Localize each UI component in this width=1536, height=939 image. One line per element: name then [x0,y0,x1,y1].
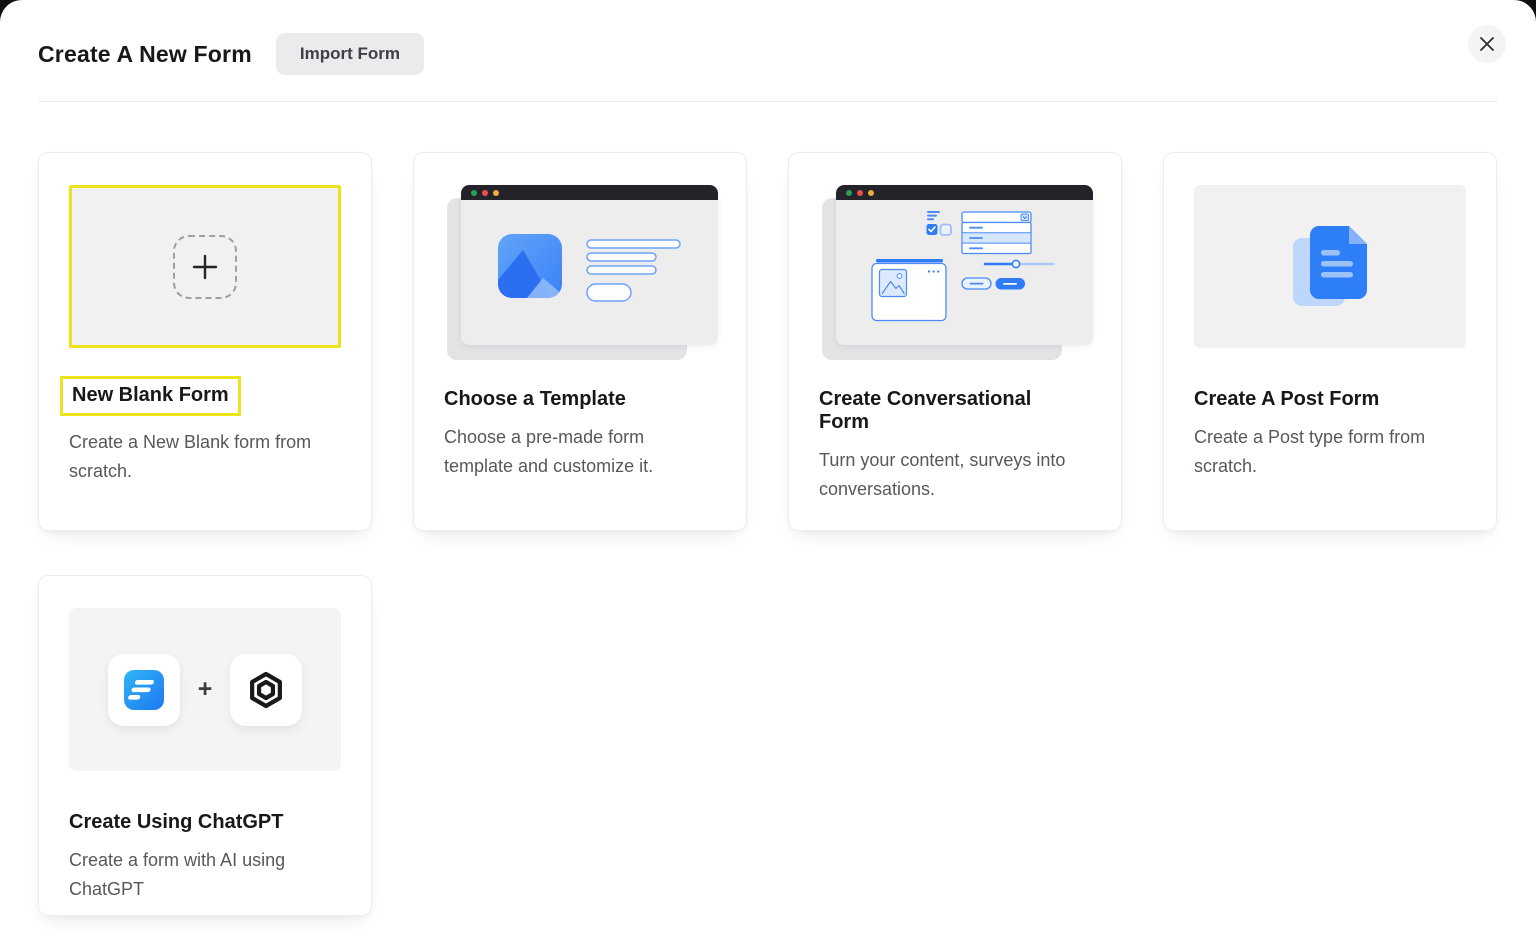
chatgpt-preview: + [69,608,341,771]
app-duo: + [107,653,303,726]
plus-icon [192,254,218,279]
browser-titlebar [461,185,718,200]
card-title: Create Conversational Form [819,388,1032,433]
traffic-dot-red [857,189,863,196]
card-choose-template[interactable]: Choose a Template Choose a pre-made form… [413,152,747,531]
menu-lines-icon [927,211,940,221]
fluent-forms-tile [107,653,180,726]
template-media [444,185,718,360]
chatgpt-media: + [69,608,341,783]
traffic-dot-green [846,189,852,196]
card-new-blank-form[interactable]: New Blank Form Create a New Blank form f… [38,152,372,531]
new-blank-form-title-highlight: New Blank Form [60,376,241,416]
import-form-button[interactable]: Import Form [275,33,424,75]
post-form-media [1194,185,1466,360]
modal-header: Create A New Form Import Form [0,0,1536,75]
card-title: Create A Post Form [1194,388,1380,410]
card-description: Create a Post type form from scratch. [1194,427,1426,476]
traffic-dot-red [482,189,488,196]
card-title: Create Using ChatGPT [69,811,284,833]
checkbox-icons [926,223,952,236]
page-title: Create A New Form [38,40,252,67]
browser-titlebar [836,185,1093,200]
card-create-using-chatgpt[interactable]: + Create Using ChatGPT Create a form wit… [38,575,372,916]
image-tile-icon [498,234,562,298]
template-illustration [498,234,681,302]
slider-icon [983,259,1055,269]
card-post-form[interactable]: Create A Post Form Create a Post type fo… [1163,152,1497,531]
browser-window-illustration [836,185,1093,345]
create-form-modal: Create A New Form Import Form New Blank … [0,0,1536,939]
chatgpt-icon [250,671,283,708]
close-icon [1480,37,1494,51]
fluent-forms-icon [123,669,164,710]
table-rows-icon [961,221,1032,255]
text-lines-icon [586,239,681,302]
new-blank-form-preview[interactable] [69,185,341,348]
documents-icon [1293,225,1367,306]
card-conversational-form[interactable]: Create Conversational Form Turn your con… [788,152,1122,531]
conversational-media [819,185,1093,360]
traffic-dot-yellow [868,189,874,196]
card-title: New Blank Form [72,384,229,406]
form-type-grid: New Blank Form Create a New Blank form f… [38,152,1498,916]
conversational-illustration [871,211,1055,322]
dashed-add-box [173,234,237,299]
chatgpt-tile [230,653,303,726]
card-description: Create a New Blank form from scratch. [69,432,312,481]
traffic-dot-yellow [493,189,499,196]
image-card-icon [871,259,947,322]
select-field-icon [961,211,1032,224]
traffic-dot-green [471,189,477,196]
close-button[interactable] [1468,25,1506,63]
card-description: Choose a pre-made form template and cust… [444,427,654,476]
card-description: Turn your content, surveys into conversa… [819,450,1066,499]
browser-window-illustration [461,185,718,345]
card-description: Create a form with AI using ChatGPT [69,850,286,899]
card-title: Choose a Template [444,388,626,410]
header-divider [38,101,1498,102]
new-blank-form-media [69,185,341,360]
button-pills-icon [961,277,1025,290]
post-form-preview [1194,185,1466,348]
plus-icon: + [197,675,213,703]
